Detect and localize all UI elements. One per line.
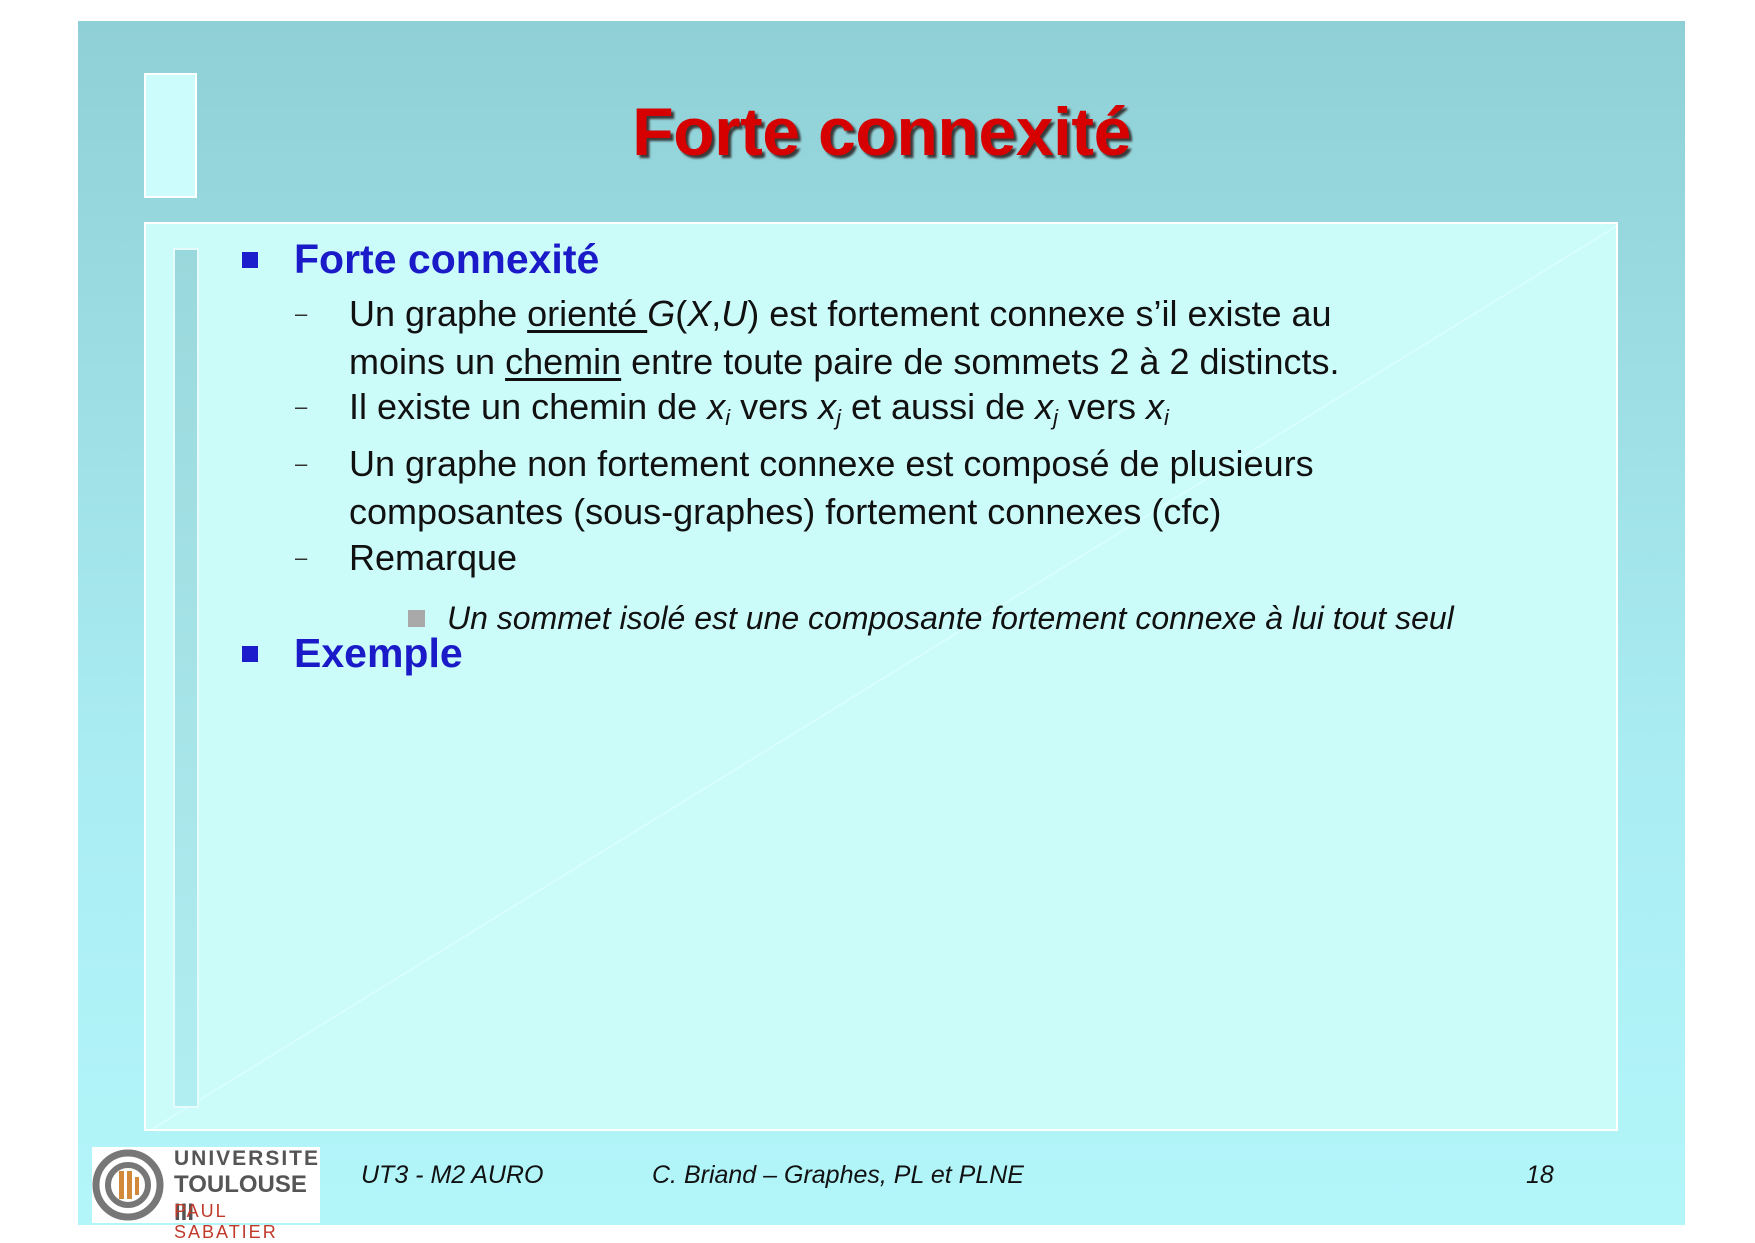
subitem-sommet-isole: Un sommet isolé est une composante forte… (408, 600, 1454, 637)
footer-page-number: 18 (1526, 1161, 1554, 1189)
grey-square-bullet-icon (408, 610, 425, 627)
dash-bullet: – (295, 394, 308, 419)
content-panel: Forte connexité – Un graphe orienté G(X,… (144, 222, 1618, 1131)
footer-author: C. Briand – Graphes, PL et PLNE (652, 1161, 1024, 1189)
dash-bullet: – (295, 301, 308, 326)
item-cfc: – Un graphe non fortement connexe est co… (295, 440, 1529, 536)
bullet-exemple: Exemple (242, 630, 463, 677)
footer-course: UT3 - M2 AURO (361, 1161, 544, 1189)
dash-bullet: – (295, 451, 308, 476)
section-heading: Forte connexité (294, 236, 600, 282)
item-definition: – Un graphe orienté G(X,U) est fortement… (295, 290, 1529, 386)
bullet-forte-connexite: Forte connexité (242, 236, 599, 283)
item-remarque: – Remarque (295, 534, 1529, 582)
item-chemin: – Il existe un chemin de xi vers xj et a… (295, 383, 1529, 442)
dash-bullet: – (295, 545, 308, 570)
slide: Forte connexité Forte connexité – Un gra… (78, 21, 1685, 1242)
university-logo: UNIVERSITE TOULOUSE III PAUL SABATIER (92, 1147, 320, 1242)
left-decoration-bar (173, 248, 199, 1108)
slide-title: Forte connexité (632, 94, 1131, 170)
square-bullet-icon (242, 645, 258, 662)
square-bullet-icon (242, 251, 258, 268)
section-heading: Exemple (294, 630, 463, 676)
